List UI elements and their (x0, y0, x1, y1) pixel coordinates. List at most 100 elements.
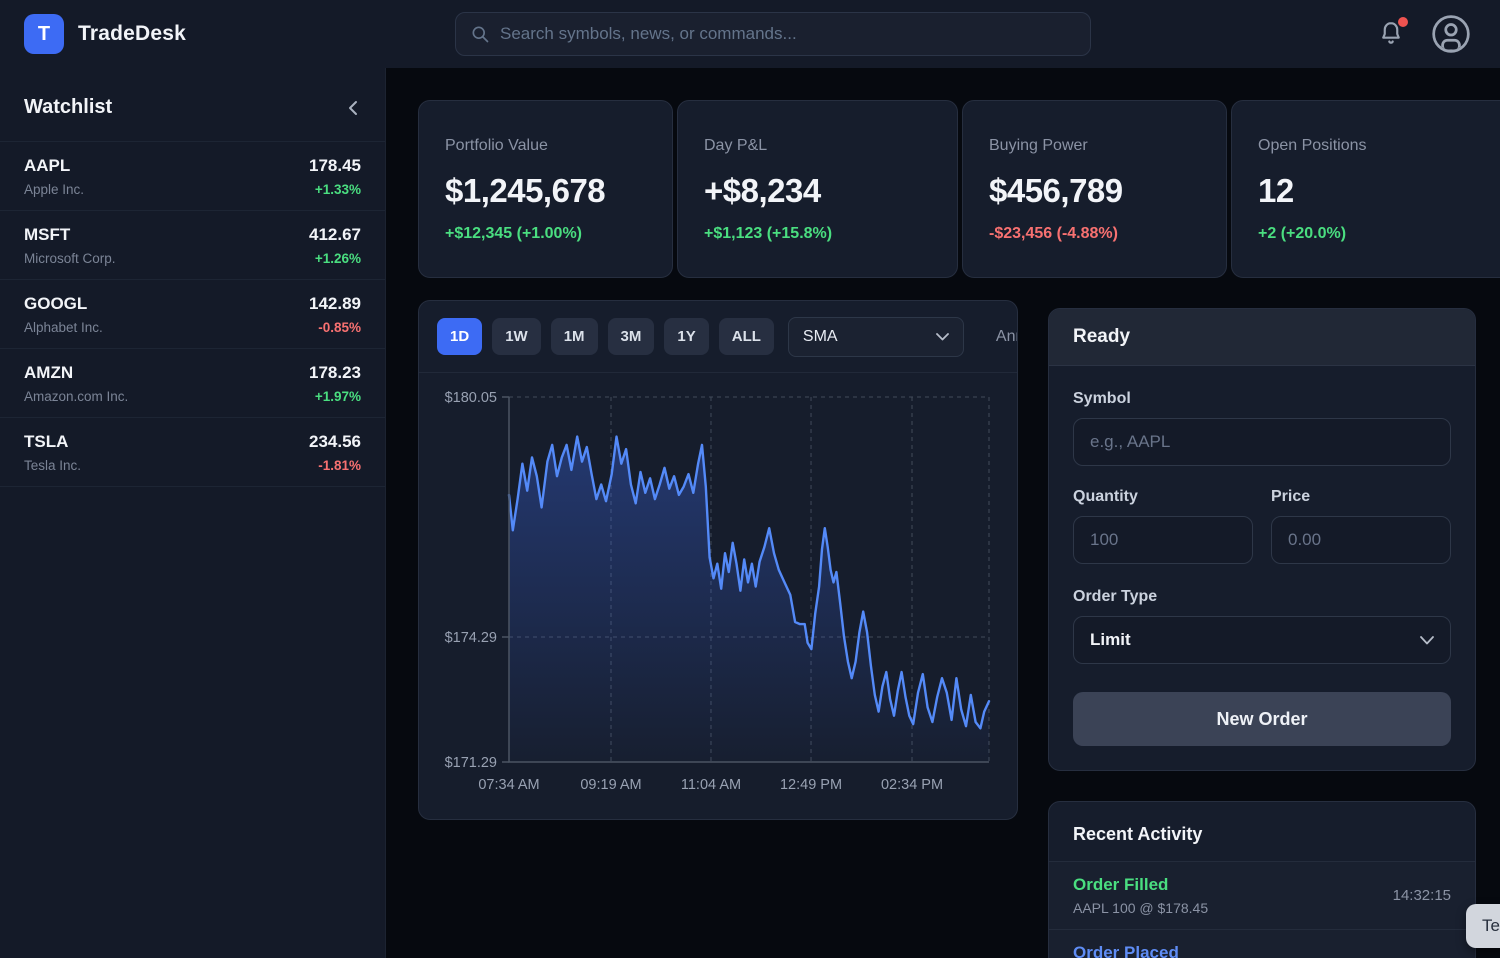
content-row: 1D 1W 1M 3M 1Y ALL SMA (418, 300, 1500, 958)
price-chart[interactable]: $180.05$174.29$171.2907:34 AM09:19 AM11:… (421, 385, 1017, 810)
new-order-button[interactable]: New Order (1073, 692, 1451, 746)
chevron-down-icon (1420, 636, 1434, 645)
order-status: Ready (1049, 309, 1475, 366)
symbol-label: Symbol (1073, 390, 1451, 408)
order-ticket-panel: Ready Symbol Quantity Price (1048, 308, 1476, 771)
profile-button[interactable] (1430, 13, 1472, 55)
company-name: Tesla Inc. (24, 458, 81, 473)
svg-text:07:34 AM: 07:34 AM (478, 777, 539, 793)
ticker-price: 412.67 (309, 225, 361, 245)
timeframe-button[interactable]: 1Y (664, 318, 708, 355)
search-icon (470, 24, 490, 44)
stat-change: +2 (+20.0%) (1258, 225, 1500, 243)
ticker-change: +1.26% (309, 251, 361, 266)
top-navbar: T TradeDesk (0, 0, 1500, 68)
stat-change: +$12,345 (+1.00%) (445, 225, 646, 243)
quantity-field-group: Quantity (1073, 488, 1253, 564)
svg-text:$180.05: $180.05 (445, 390, 497, 406)
timeframe-button[interactable]: 3M (608, 318, 655, 355)
watchlist-row-right: 178.45 +1.33% (309, 156, 361, 197)
stat-value: $1,245,678 (445, 172, 646, 210)
app-logo: T (24, 14, 64, 54)
stat-value: $456,789 (989, 172, 1200, 210)
chevron-down-icon (936, 333, 949, 341)
watchlist-row-left: TSLA Tesla Inc. (24, 432, 81, 473)
toast-text: Te (1482, 916, 1500, 936)
stat-change: +$1,123 (+15.8%) (704, 225, 931, 243)
watchlist-row-right: 412.67 +1.26% (309, 225, 361, 266)
search-input[interactable] (500, 24, 1076, 44)
toast-notification: Te (1466, 904, 1500, 948)
ticker-change: +1.33% (309, 182, 361, 197)
ticker-change: -0.85% (309, 320, 361, 335)
ticker-price: 234.56 (309, 432, 361, 452)
ticker-price: 178.23 (309, 363, 361, 383)
activity-detail: AAPL 100 @ $178.45 (1073, 900, 1208, 916)
price-label: Price (1271, 488, 1451, 506)
svg-text:12:49 PM: 12:49 PM (780, 777, 842, 793)
topbar-actions (1378, 0, 1472, 68)
activity-row[interactable]: Order Placed MSFT 50 @ $412.50 Limit 14:… (1049, 929, 1475, 958)
stat-label: Portfolio Value (445, 137, 646, 155)
activity-list: Order Filled AAPL 100 @ $178.45 14:32:15… (1049, 861, 1475, 958)
quantity-label: Quantity (1073, 488, 1253, 506)
stat-card: Buying Power $456,789 -$23,456 (-4.88%) (962, 100, 1227, 278)
company-name: Alphabet Inc. (24, 320, 103, 335)
timeframe-button[interactable]: 1M (551, 318, 598, 355)
notification-dot (1398, 17, 1408, 27)
order-type-label: Order Type (1073, 588, 1451, 606)
order-type-group: Order Type Limit (1073, 588, 1451, 664)
chevron-left-icon (347, 99, 359, 117)
chart-toolbar: 1D 1W 1M 3M 1Y ALL SMA (419, 301, 1017, 373)
watchlist-row[interactable]: AAPL Apple Inc. 178.45 +1.33% (0, 142, 385, 211)
indicator-select[interactable]: SMA (788, 317, 964, 357)
main-content: Portfolio Value $1,245,678 +$12,345 (+1.… (386, 68, 1500, 958)
timeframe-button[interactable]: ALL (719, 318, 774, 355)
watchlist-row[interactable]: GOOGL Alphabet Inc. 142.89 -0.85% (0, 280, 385, 349)
activity-row-left: Order Placed MSFT 50 @ $412.50 Limit (1073, 943, 1236, 958)
ticker-symbol: GOOGL (24, 294, 103, 314)
annotate-button[interactable]: Annotate (996, 328, 1018, 346)
watchlist-row[interactable]: MSFT Microsoft Corp. 412.67 +1.26% (0, 211, 385, 280)
watchlist-sidebar: Watchlist AAPL Apple Inc. 178.45 +1.33% (0, 68, 386, 958)
company-name: Apple Inc. (24, 182, 84, 197)
watchlist-row[interactable]: AMZN Amazon.com Inc. 178.23 +1.97% (0, 349, 385, 418)
svg-text:02:34 PM: 02:34 PM (881, 777, 943, 793)
symbol-input[interactable] (1073, 418, 1451, 466)
order-type-value: Limit (1090, 630, 1131, 650)
timeframe-button[interactable]: 1W (492, 318, 541, 355)
svg-text:$171.29: $171.29 (445, 755, 497, 771)
watchlist-row[interactable]: TSLA Tesla Inc. 234.56 -1.81% (0, 418, 385, 487)
watchlist-row-left: AAPL Apple Inc. (24, 156, 84, 197)
stat-value: +$8,234 (704, 172, 931, 210)
indicator-value: SMA (803, 328, 838, 346)
app-title: TradeDesk (78, 22, 186, 46)
user-avatar-icon (1430, 13, 1472, 55)
ticker-symbol: AMZN (24, 363, 128, 383)
order-type-select[interactable]: Limit (1073, 616, 1451, 664)
stat-card: Portfolio Value $1,245,678 +$12,345 (+1.… (418, 100, 673, 278)
activity-row[interactable]: Order Filled AAPL 100 @ $178.45 14:32:15 (1049, 861, 1475, 929)
price-field-group: Price (1271, 488, 1451, 564)
watchlist-row-right: 178.23 +1.97% (309, 363, 361, 404)
ticker-price: 142.89 (309, 294, 361, 314)
stat-change: -$23,456 (-4.88%) (989, 225, 1200, 243)
ticker-price: 178.45 (309, 156, 361, 176)
price-chart-card: 1D 1W 1M 3M 1Y ALL SMA (418, 300, 1018, 820)
activity-time: 14:32:15 (1393, 887, 1451, 904)
sidebar-collapse-button[interactable] (347, 99, 359, 117)
global-search[interactable] (455, 12, 1091, 56)
ticker-change: +1.97% (309, 389, 361, 404)
watchlist-row-right: 142.89 -0.85% (309, 294, 361, 335)
price-input[interactable] (1271, 516, 1451, 564)
stat-label: Buying Power (989, 137, 1200, 155)
timeframe-button[interactable]: 1D (437, 318, 482, 355)
notifications-button[interactable] (1378, 20, 1404, 48)
logo-letter: T (38, 23, 50, 46)
watchlist-title: Watchlist (24, 96, 112, 119)
timeframe-buttons: 1D 1W 1M 3M 1Y ALL (437, 318, 774, 355)
activity-row-left: Order Filled AAPL 100 @ $178.45 (1073, 875, 1208, 916)
stat-label: Day P&L (704, 137, 931, 155)
quantity-input[interactable] (1073, 516, 1253, 564)
stat-card: Open Positions 12 +2 (+20.0%) (1231, 100, 1500, 278)
